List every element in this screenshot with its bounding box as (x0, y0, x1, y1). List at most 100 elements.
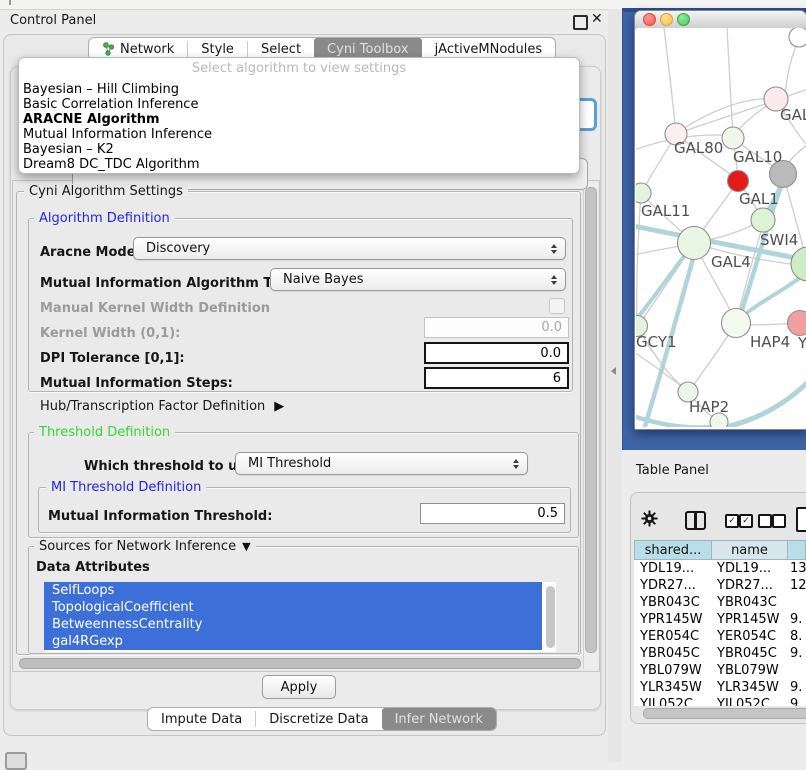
table-header: shared... name (634, 540, 806, 560)
settings-horizontal-scrollbar-thumb[interactable] (19, 658, 581, 669)
file-icon[interactable] (796, 507, 806, 532)
network-node-gal4[interactable] (678, 227, 711, 260)
column-header-shared[interactable]: shared... (635, 541, 712, 559)
list-item[interactable]: gal4RGexp (44, 633, 542, 650)
tab-discretize-data[interactable]: Discretize Data (256, 708, 381, 730)
which-threshold-combo[interactable]: MI Threshold (235, 452, 528, 475)
cell-shared: YDL19... (634, 561, 711, 576)
cell-value: 8. (787, 629, 806, 644)
cell-value: 9 (787, 697, 806, 706)
tab-infer-network[interactable]: Infer Network (382, 708, 496, 730)
traffic-light-zoom[interactable] (677, 13, 690, 26)
cell-name: YDR27... (711, 578, 787, 593)
algorithm-option[interactable]: Mutual Information Inference (19, 127, 579, 142)
select-all-icon[interactable]: ✓ (725, 514, 739, 528)
cell-value: 9. (787, 680, 806, 695)
close-button[interactable]: ✕ (591, 11, 603, 27)
list-scrollbar-thumb[interactable] (546, 586, 555, 648)
bottom-tabbar: Impute Data Discretize Data Infer Networ… (147, 707, 497, 731)
aracne-mode-combo[interactable]: Discovery (133, 237, 566, 260)
splitter-collapse-icon[interactable] (611, 367, 616, 375)
split-view-icon[interactable] (685, 511, 706, 530)
list-item[interactable]: BetweennessCentrality (44, 616, 542, 633)
algorithm-option[interactable]: Basic Correlation Inference (19, 97, 579, 112)
mi-threshold-label: Mutual Information Threshold: (48, 509, 272, 524)
table-row[interactable]: YDL19... YDL19... 13 (634, 560, 806, 577)
node-label: HAP4 (750, 333, 790, 351)
network-node-salmon[interactable] (788, 311, 806, 336)
table-panel-title: Table Panel (636, 463, 709, 478)
node-label: Y (798, 334, 806, 352)
mi-type-combo[interactable]: Naive Bayes (270, 268, 566, 291)
node-label: GAL80 (674, 139, 723, 157)
network-node[interactable] (789, 28, 806, 47)
table-horizontal-scrollbar-thumb[interactable] (643, 708, 806, 719)
manual-kernel-label: Manual Kernel Width Definition (40, 301, 270, 316)
network-canvas[interactable]: GAL GAL80 GAL10 GAL1 GAL11 SWI4 GAL4 GCY… (636, 28, 806, 427)
table-rows: YDL19... YDL19... 13 YDR27... YDR27... 1… (634, 560, 806, 706)
threshold-definition-title: Threshold Definition (34, 425, 175, 440)
minimized-panel-icon[interactable] (5, 752, 27, 770)
traffic-light-minimize[interactable] (660, 13, 673, 26)
float-button[interactable] (573, 15, 588, 30)
table-row[interactable]: YLR345W YLR345W 9. (634, 679, 806, 696)
cell-name: YER054C (711, 629, 787, 644)
cell-name: YPR145W (711, 612, 787, 627)
select-all-icon[interactable]: ✓ (739, 514, 753, 528)
deselect-all-icon[interactable] (772, 514, 786, 528)
algorithm-option[interactable]: Bayesian – Hill Climbing (19, 82, 579, 97)
data-attributes-list[interactable]: SelfLoops TopologicalCoefficient Between… (44, 582, 556, 652)
dropdown-prompt: Select algorithm to view settings (19, 61, 579, 78)
list-item[interactable]: TopologicalCoefficient (44, 599, 542, 616)
column-header-name[interactable]: name (712, 541, 788, 559)
apply-button[interactable]: Apply (262, 675, 336, 699)
table-row[interactable]: YBR045C YBR045C 9. (634, 645, 806, 662)
sources-title-row[interactable]: Sources for Network Inference ▼ (34, 539, 256, 554)
table-row[interactable]: YDR27... YDR27... 12 (634, 577, 806, 594)
traffic-light-close[interactable] (643, 13, 656, 26)
network-node-gal10[interactable] (722, 127, 744, 149)
list-item[interactable]: SelfLoops (44, 582, 542, 599)
network-node-gal1[interactable] (751, 208, 775, 232)
mi-steps-field[interactable]: 6 (424, 367, 569, 389)
hub-definition-expander[interactable]: Hub/Transcription Factor Definition ▶ (40, 399, 284, 414)
algorithm-option-selected[interactable]: ARACNE Algorithm (19, 112, 579, 127)
table-row[interactable]: YER054C YER054C 8. (634, 628, 806, 645)
network-node[interactable] (791, 247, 806, 281)
tab-impute-data[interactable]: Impute Data (148, 708, 255, 730)
mi-type-value: Naive Bayes (283, 272, 363, 287)
kernel-width-field[interactable]: 0.0 (424, 317, 569, 338)
node-label: GCY1 (636, 333, 677, 351)
algorithm-definition-title: Algorithm Definition (34, 211, 175, 226)
tab-cyni-toolbox-label: Cyni Toolbox (327, 42, 409, 57)
algorithm-option[interactable]: Bayesian – K2 (19, 142, 579, 157)
node-label: SWI4 (760, 231, 798, 249)
combo-spinner-icon (551, 244, 557, 254)
algorithm-option[interactable]: Dream8 DC_TDC Algorithm (19, 157, 579, 172)
top-tick (9, 0, 11, 5)
deselect-all-icon[interactable] (758, 514, 772, 528)
panel-splitter[interactable] (608, 9, 622, 762)
table-row[interactable]: YPR145W YPR145W 9. (634, 611, 806, 628)
aracne-mode-value: Discovery (146, 241, 210, 256)
manual-kernel-checkbox[interactable] (549, 298, 565, 314)
network-node-red[interactable] (728, 171, 749, 192)
kernel-width-label: Kernel Width (0,1): (40, 326, 180, 341)
network-node-hap4[interactable] (722, 309, 751, 338)
dpi-tolerance-field[interactable]: 0.0 (424, 342, 569, 364)
cell-shared: YIL052C (634, 697, 711, 706)
mi-threshold-field[interactable]: 0.5 (420, 503, 565, 524)
column-header-partial[interactable] (788, 541, 805, 559)
settings-vertical-scrollbar-thumb[interactable] (585, 187, 597, 653)
tab-infer-network-label: Infer Network (395, 712, 483, 727)
expand-arrow-icon: ▶ (274, 399, 284, 414)
network-graph (636, 28, 806, 427)
cell-shared: YPR145W (634, 612, 711, 627)
node-label: GAL4 (711, 253, 751, 271)
gear-icon[interactable] (641, 510, 658, 527)
table-row[interactable]: YIL052C YIL052C 9 (634, 696, 806, 706)
table-row[interactable]: YBR043C YBR043C (634, 594, 806, 611)
network-node[interactable] (636, 183, 651, 203)
cell-name: YBL079W (711, 663, 787, 678)
table-row[interactable]: YBL079W YBL079W (634, 662, 806, 679)
